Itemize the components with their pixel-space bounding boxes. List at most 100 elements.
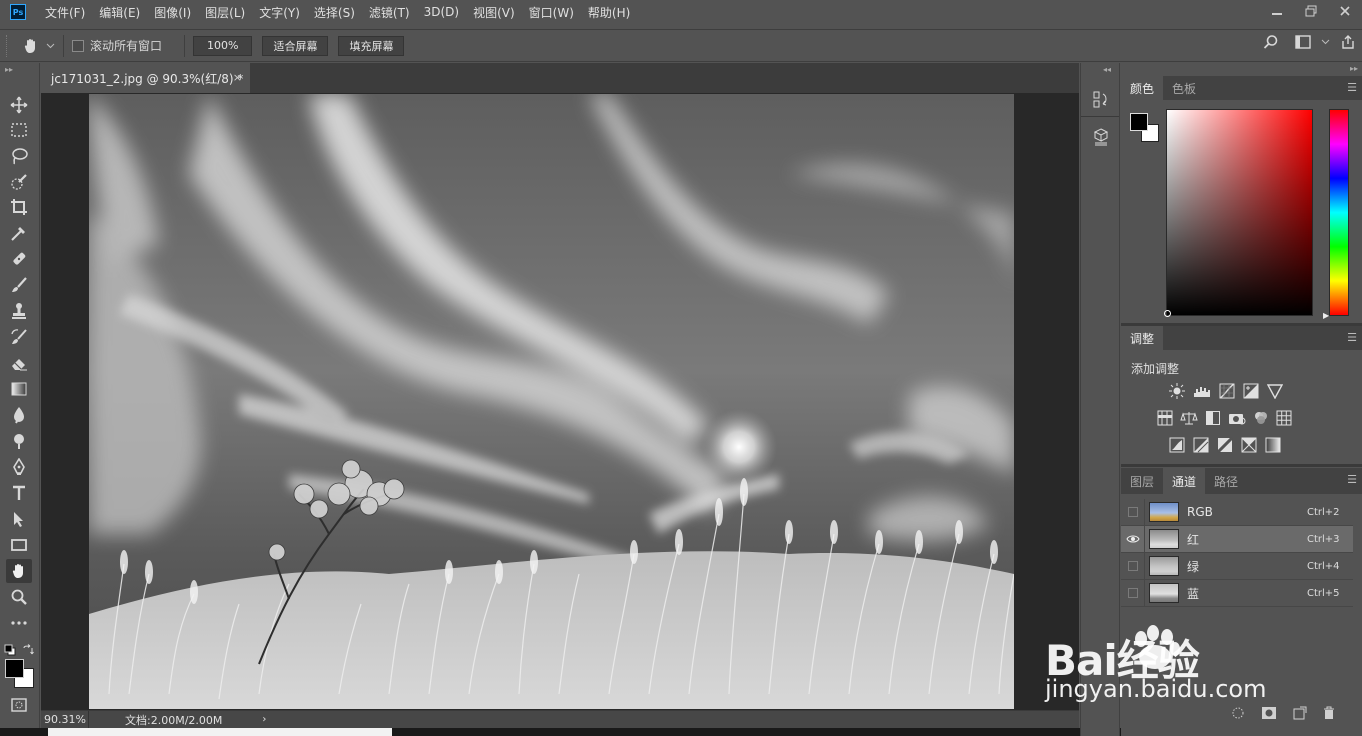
- color-picker-handle[interactable]: [1164, 310, 1171, 317]
- history-brush-tool-icon[interactable]: [6, 325, 32, 349]
- channel-row-red[interactable]: 红 Ctrl+3: [1121, 525, 1353, 553]
- share-icon[interactable]: [1340, 34, 1356, 50]
- tab-color[interactable]: 颜色: [1121, 76, 1164, 100]
- menu-edit[interactable]: 编辑(E): [92, 4, 147, 21]
- vibrance-icon[interactable]: [1267, 383, 1283, 399]
- menu-3d[interactable]: 3D(D): [417, 5, 466, 19]
- quick-selection-tool-icon[interactable]: [6, 170, 32, 194]
- properties-panel-icon[interactable]: [1091, 125, 1111, 149]
- black-white-icon[interactable]: [1205, 410, 1221, 426]
- tab-channels[interactable]: 通道: [1163, 468, 1206, 494]
- zoom-tool-icon[interactable]: [6, 585, 32, 609]
- document-image[interactable]: [89, 94, 1014, 709]
- scroll-all-checkbox[interactable]: [72, 39, 84, 52]
- path-selection-tool-icon[interactable]: [6, 507, 32, 531]
- posterize-icon[interactable]: [1193, 437, 1209, 453]
- history-panel-icon[interactable]: [1091, 87, 1111, 111]
- fill-screen-button[interactable]: 填充屏幕: [338, 35, 405, 56]
- tab-adjustments[interactable]: 调整: [1121, 326, 1164, 350]
- channel-row-rgb[interactable]: RGB Ctrl+2: [1121, 498, 1353, 526]
- delete-channel-icon[interactable]: [1323, 706, 1335, 720]
- crop-tool-icon[interactable]: [6, 195, 32, 219]
- close-icon[interactable]: [1328, 0, 1362, 22]
- dodge-tool-icon[interactable]: [6, 429, 32, 453]
- menu-file[interactable]: 文件(F): [38, 4, 92, 21]
- fit-screen-button[interactable]: 适合屏幕: [262, 35, 329, 56]
- panel-menu-icon[interactable]: ☰: [1347, 473, 1357, 486]
- chevron-down-icon[interactable]: [46, 43, 55, 49]
- more-tools-icon[interactable]: [6, 611, 32, 635]
- status-menu-arrow[interactable]: ›: [262, 714, 266, 725]
- visibility-toggle[interactable]: [1121, 525, 1145, 553]
- foreground-color-swatch[interactable]: [1130, 113, 1148, 131]
- menu-view[interactable]: 视图(V): [466, 4, 522, 21]
- hand-tool-preset-icon[interactable]: [22, 37, 40, 55]
- document-tab[interactable]: jc171031_2.jpg @ 90.3%(红/8) * ×: [41, 63, 250, 93]
- marquee-tool-icon[interactable]: [6, 118, 32, 142]
- brush-tool-icon[interactable]: [6, 273, 32, 297]
- healing-brush-tool-icon[interactable]: [6, 247, 32, 271]
- menu-select[interactable]: 选择(S): [307, 4, 362, 21]
- swap-colors-icon[interactable]: [22, 641, 34, 655]
- panel-menu-icon[interactable]: ☰: [1347, 81, 1357, 94]
- options-grip[interactable]: [6, 34, 12, 57]
- move-tool-icon[interactable]: [6, 93, 32, 117]
- canvas-area[interactable]: [41, 93, 1079, 710]
- color-balance-icon[interactable]: [1180, 410, 1198, 426]
- close-icon[interactable]: ×: [233, 71, 242, 84]
- eyedropper-tool-icon[interactable]: [6, 221, 32, 245]
- tab-swatches[interactable]: 色板: [1163, 76, 1205, 100]
- load-selection-icon[interactable]: [1231, 706, 1245, 720]
- workspace-icon[interactable]: [1295, 35, 1311, 49]
- clone-stamp-tool-icon[interactable]: [6, 299, 32, 323]
- collapse-arrows-icon[interactable]: ◂◂: [1103, 65, 1111, 74]
- gradient-map-icon[interactable]: [1265, 437, 1281, 453]
- photo-filter-icon[interactable]: [1228, 410, 1246, 426]
- blur-tool-icon[interactable]: [6, 403, 32, 427]
- collapse-arrows-icon[interactable]: ▸▸: [5, 65, 13, 74]
- selective-color-icon[interactable]: [1241, 437, 1257, 453]
- type-tool-icon[interactable]: [6, 481, 32, 505]
- channel-mixer-icon[interactable]: [1253, 410, 1269, 426]
- new-channel-icon[interactable]: [1293, 706, 1307, 720]
- pen-tool-icon[interactable]: [6, 455, 32, 479]
- channel-row-blue[interactable]: 蓝 Ctrl+5: [1121, 579, 1353, 607]
- hue-saturation-icon[interactable]: [1157, 410, 1173, 426]
- hue-slider-handle[interactable]: ▶: [1323, 311, 1329, 320]
- menu-image[interactable]: 图像(I): [147, 4, 198, 21]
- brightness-icon[interactable]: [1169, 383, 1185, 399]
- foreground-color-swatch[interactable]: [5, 659, 24, 678]
- chevron-down-icon[interactable]: [1321, 39, 1330, 45]
- tab-layers[interactable]: 图层: [1121, 468, 1163, 494]
- visibility-toggle[interactable]: [1121, 552, 1145, 580]
- visibility-toggle[interactable]: [1121, 579, 1145, 607]
- lasso-tool-icon[interactable]: [6, 144, 32, 168]
- default-colors-icon[interactable]: [4, 641, 16, 656]
- panel-menu-icon[interactable]: ☰: [1347, 331, 1357, 344]
- search-icon[interactable]: [1263, 34, 1279, 50]
- menu-layer[interactable]: 图层(L): [198, 4, 252, 21]
- exposure-icon[interactable]: [1243, 383, 1259, 399]
- zoom-percent-button[interactable]: 100%: [193, 35, 253, 56]
- visibility-toggle[interactable]: [1121, 498, 1145, 526]
- invert-icon[interactable]: [1169, 437, 1185, 453]
- levels-icon[interactable]: [1193, 383, 1211, 399]
- save-selection-icon[interactable]: [1261, 706, 1277, 720]
- threshold-icon[interactable]: [1217, 437, 1233, 453]
- tab-paths[interactable]: 路径: [1205, 468, 1247, 494]
- hue-slider[interactable]: [1329, 109, 1349, 316]
- minimize-icon[interactable]: [1260, 0, 1294, 22]
- eraser-tool-icon[interactable]: [6, 351, 32, 375]
- rectangle-tool-icon[interactable]: [6, 533, 32, 557]
- collapse-arrows-icon[interactable]: ▸▸: [1350, 64, 1358, 73]
- menu-type[interactable]: 文字(Y): [252, 4, 307, 21]
- curves-icon[interactable]: [1219, 383, 1235, 399]
- restore-icon[interactable]: [1294, 0, 1328, 22]
- zoom-readout[interactable]: 90.31%: [41, 710, 89, 729]
- channel-row-green[interactable]: 绿 Ctrl+4: [1121, 552, 1353, 580]
- quick-mask-icon[interactable]: [6, 693, 32, 717]
- hand-tool-icon[interactable]: [6, 559, 32, 583]
- menu-help[interactable]: 帮助(H): [581, 4, 637, 21]
- gradient-tool-icon[interactable]: [6, 377, 32, 401]
- menu-window[interactable]: 窗口(W): [522, 4, 581, 21]
